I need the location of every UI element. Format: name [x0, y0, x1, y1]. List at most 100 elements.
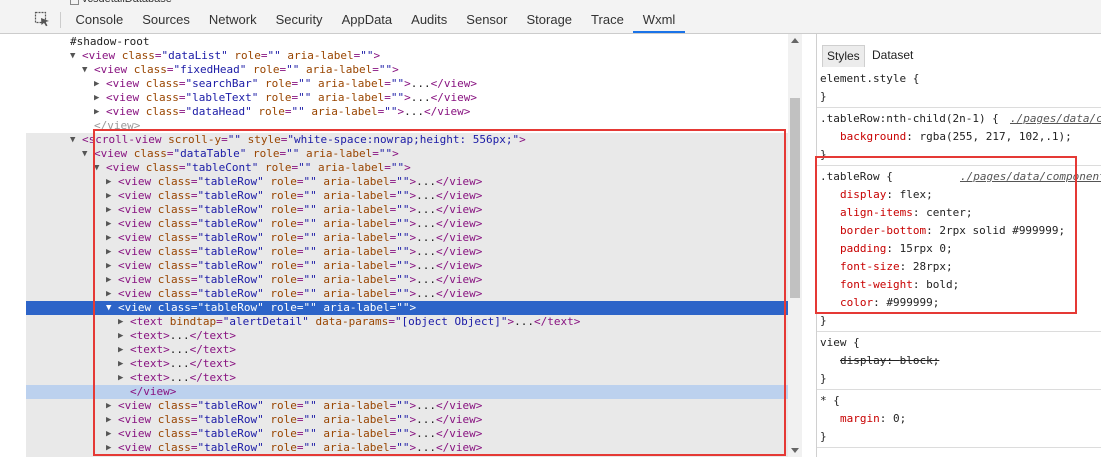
tree-node[interactable]: ▶ <text>...</text> — [26, 371, 788, 385]
triangle-collapsed-icon[interactable]: ▶ — [118, 329, 128, 343]
tree-node[interactable]: ▶<view class="tableRow" role="" aria-lab… — [26, 287, 788, 301]
tree-node[interactable]: </view> — [26, 385, 788, 399]
tree-node[interactable]: ▶ <text>...</text> — [26, 329, 788, 343]
triangle-expanded-icon[interactable]: ▼ — [70, 49, 80, 63]
tree-node[interactable]: ▶<view class="tableRow" role="" aria-lab… — [26, 413, 788, 427]
triangle-collapsed-icon[interactable]: ▶ — [94, 105, 104, 119]
tree-node[interactable]: ▶<view class="tableRow" role="" aria-lab… — [26, 427, 788, 441]
markup-token: aria-label — [311, 105, 378, 118]
markup-token: role — [270, 217, 297, 230]
scroll-up-icon[interactable] — [791, 38, 799, 43]
tab-sensor[interactable]: Sensor — [457, 7, 517, 33]
markup-token: "dataHead" — [185, 105, 252, 118]
tab-audits[interactable]: Audits — [402, 7, 457, 33]
tree-node-selected[interactable]: ▼ <view class="tableRow" role="" aria-lab… — [26, 301, 788, 315]
css-declaration[interactable]: padding: 15rpx 0; — [840, 240, 953, 258]
markup-token — [246, 63, 253, 76]
css-declaration[interactable]: color: #999999; — [840, 294, 939, 312]
tab-trace[interactable]: Trace — [582, 7, 634, 33]
triangle-collapsed-icon[interactable]: ▶ — [118, 343, 128, 357]
triangle-collapsed-icon[interactable]: ▶ — [106, 217, 116, 231]
triangle-collapsed-icon[interactable]: ▶ — [106, 231, 116, 245]
css-declaration[interactable]: border-bottom: 2rpx solid #999999; — [840, 222, 1065, 240]
triangle-expanded-icon[interactable]: ▼ — [106, 301, 116, 315]
tree-node[interactable]: </view> — [26, 119, 788, 133]
tree-node[interactable]: ▶<view class="tableRow" role="" aria-lab… — [26, 399, 788, 413]
css-selector[interactable]: .tableRow:nth-child(2n-1) { — [820, 110, 999, 128]
css-declaration[interactable]: font-weight: bold; — [840, 276, 959, 294]
triangle-expanded-icon[interactable]: ▼ — [82, 147, 92, 161]
scrollbar-thumb[interactable] — [790, 98, 800, 298]
css-declaration[interactable]: display: flex; — [840, 186, 933, 204]
tab-storage[interactable]: Storage — [517, 7, 582, 33]
panel-splitter[interactable] — [802, 34, 817, 457]
tree-node[interactable]: ▼ <view class="tableCont" role="" aria-la… — [26, 161, 788, 175]
styles-tab-styles[interactable]: Styles — [822, 45, 865, 67]
tree-node[interactable]: ▶<view class="tableRow" role="" aria-lab… — [26, 231, 788, 245]
triangle-collapsed-icon[interactable]: ▶ — [106, 259, 116, 273]
tab-network[interactable]: Network — [199, 7, 266, 33]
triangle-collapsed-icon[interactable]: ▶ — [106, 399, 116, 413]
styles-tab-dataset[interactable]: Dataset — [868, 45, 917, 66]
tab-appdata[interactable]: AppData — [332, 7, 402, 33]
triangle-collapsed-icon[interactable]: ▶ — [106, 245, 116, 259]
tree-node[interactable]: ▶<view class="tableRow" role="" aria-lab… — [26, 189, 788, 203]
triangle-collapsed-icon[interactable]: ▶ — [118, 315, 128, 329]
triangle-collapsed-icon[interactable]: ▶ — [106, 203, 116, 217]
tree-node[interactable]: ▼ <scroll-view scroll-y="" style="white-s… — [26, 133, 788, 147]
css-selector[interactable]: * { — [820, 392, 840, 410]
triangle-collapsed-icon[interactable]: ▶ — [106, 287, 116, 301]
css-declaration[interactable]: align-items: center; — [840, 204, 972, 222]
css-selector[interactable]: element.style { — [820, 70, 919, 88]
tree-node[interactable]: ▶ <view class="dataHead" role="" aria-lab… — [26, 105, 788, 119]
tree-node[interactable]: ▶ <text>...</text> — [26, 357, 788, 371]
triangle-collapsed-icon[interactable]: ▶ — [106, 189, 116, 203]
tree-node[interactable]: #shadow-root — [26, 35, 788, 49]
css-source-link[interactable]: ./pages/data/c — [1010, 110, 1101, 128]
tab-sources[interactable]: Sources — [133, 7, 200, 33]
tree-node[interactable]: ▶<view class="tableRow" role="" aria-lab… — [26, 441, 788, 455]
tree-node[interactable]: ▶<view class="tableRow" role="" aria-lab… — [26, 259, 788, 273]
tree-node[interactable]: ▶<view class="tableRow" role="" aria-lab… — [26, 217, 788, 231]
tree-node[interactable]: ▼ <view class="dataTable" role="" aria-la… — [26, 147, 788, 161]
tree-node[interactable]: ▶<view class="tableRow" role="" aria-lab… — [26, 175, 788, 189]
tree-node[interactable]: ▼ <view class="dataList" role="" aria-lab… — [26, 49, 788, 63]
css-selector[interactable]: view { — [820, 334, 860, 352]
triangle-collapsed-icon[interactable]: ▶ — [118, 357, 128, 371]
triangle-collapsed-icon[interactable]: ▶ — [94, 91, 104, 105]
triangle-collapsed-icon[interactable]: ▶ — [106, 413, 116, 427]
tab-security[interactable]: Security — [266, 7, 332, 33]
tree-node[interactable]: ▶ <view class="searchBar" role="" aria-la… — [26, 77, 788, 91]
tree-node[interactable]: ▶ <text>...</text> — [26, 343, 788, 357]
scroll-down-icon[interactable] — [791, 448, 799, 453]
tree-node[interactable]: ▶ <text bindtap="alertDetail" data-params… — [26, 315, 788, 329]
css-declaration[interactable]: font-size: 28rpx; — [840, 258, 953, 276]
triangle-collapsed-icon[interactable]: ▶ — [118, 371, 128, 385]
markup-token: "" — [267, 49, 281, 62]
inspect-element-icon[interactable] — [34, 11, 50, 27]
markup-token: class — [121, 49, 155, 62]
tree-node[interactable]: ▶<view class="tableRow" role="" aria-lab… — [26, 203, 788, 217]
css-declaration[interactable]: display: block; — [840, 352, 939, 370]
triangle-collapsed-icon[interactable]: ▶ — [94, 77, 104, 91]
triangle-expanded-icon[interactable]: ▼ — [94, 161, 104, 175]
triangle-collapsed-icon[interactable]: ▶ — [106, 427, 116, 441]
triangle-collapsed-icon[interactable]: ▶ — [106, 175, 116, 189]
triangle-expanded-icon[interactable]: ▼ — [82, 63, 92, 77]
markup-token: <view — [118, 399, 158, 412]
tree-node[interactable]: ▶ <view class="lableText" role="" aria-la… — [26, 91, 788, 105]
css-selector[interactable]: .tableRow { — [820, 168, 893, 186]
tree-node[interactable]: ▼ <view class="fixedHead" role="" aria-la… — [26, 63, 788, 77]
triangle-collapsed-icon[interactable]: ▶ — [106, 273, 116, 287]
css-source-link[interactable]: ./pages/data/component — [960, 168, 1101, 186]
css-declaration[interactable]: margin: 0; — [840, 410, 906, 428]
tree-scrollbar[interactable] — [788, 34, 802, 457]
triangle-collapsed-icon[interactable]: ▶ — [106, 441, 116, 455]
tree-node[interactable]: ▶<view class="tableRow" role="" aria-lab… — [26, 245, 788, 259]
markup-token: "" — [298, 161, 312, 174]
tab-wxml[interactable]: Wxml — [633, 7, 685, 33]
tab-console[interactable]: Console — [66, 7, 133, 33]
triangle-expanded-icon[interactable]: ▼ — [70, 133, 80, 147]
css-declaration[interactable]: background: rgba(255, 217, 102,.1); — [840, 128, 1072, 146]
tree-node[interactable]: ▶<view class="tableRow" role="" aria-lab… — [26, 273, 788, 287]
